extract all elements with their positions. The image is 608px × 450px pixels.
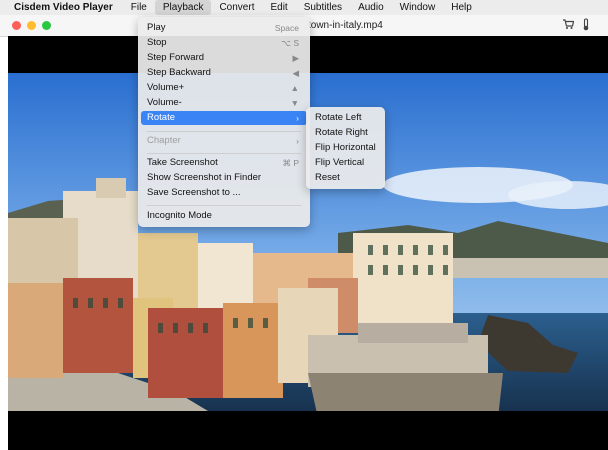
- menu-item-show-screenshot-in-finder[interactable]: Show Screenshot in Finder: [141, 171, 307, 185]
- menu-subtitles[interactable]: Subtitles: [296, 0, 350, 15]
- menu-item-play[interactable]: Play Space: [141, 21, 307, 35]
- menu-item-volume-down[interactable]: Volume- ▼: [141, 96, 307, 110]
- app-name-menu[interactable]: Cisdem Video Player: [0, 2, 123, 13]
- chevron-right-icon: ›: [296, 136, 299, 146]
- arrow-down-icon: ▼: [290, 98, 299, 108]
- submenu-item-flip-vertical[interactable]: Flip Vertical: [309, 156, 382, 170]
- arrow-up-icon: ▲: [290, 83, 299, 93]
- playback-menu: Play Space Stop ⌥ S Step Forward ▶ Step …: [138, 17, 310, 227]
- play-left-icon: ◀: [292, 68, 299, 78]
- submenu-item-reset[interactable]: Reset: [309, 171, 382, 185]
- menu-item-incognito-mode[interactable]: Incognito Mode: [141, 209, 307, 223]
- menu-window[interactable]: Window: [392, 0, 444, 15]
- menu-audio[interactable]: Audio: [350, 0, 392, 15]
- menu-item-rotate[interactable]: Rotate ›: [141, 111, 307, 125]
- menu-item-save-screenshot-to[interactable]: Save Screenshot to ...: [141, 186, 307, 200]
- menu-convert[interactable]: Convert: [211, 0, 262, 15]
- submenu-item-rotate-right[interactable]: Rotate Right: [309, 126, 382, 140]
- menu-file[interactable]: File: [123, 0, 155, 15]
- menu-item-volume-up[interactable]: Volume+ ▲: [141, 81, 307, 95]
- menu-separator: [147, 153, 301, 154]
- menu-item-step-forward[interactable]: Step Forward ▶: [141, 51, 307, 65]
- rotate-submenu: Rotate Left Rotate Right Flip Horizontal…: [306, 107, 385, 189]
- menu-item-take-screenshot[interactable]: Take Screenshot ⌘ P: [141, 156, 307, 170]
- zoom-button[interactable]: [42, 21, 51, 30]
- menu-separator: [147, 131, 301, 132]
- menu-help[interactable]: Help: [443, 0, 480, 15]
- cart-icon[interactable]: [562, 18, 575, 33]
- chevron-right-icon: ›: [296, 113, 299, 123]
- thermometer-icon[interactable]: [581, 18, 591, 34]
- menu-playback[interactable]: Playback: [154, 0, 212, 15]
- window-title: town-in-italy.mp4: [308, 20, 383, 31]
- menu-edit[interactable]: Edit: [262, 0, 295, 15]
- menu-item-chapter: Chapter ›: [147, 135, 299, 146]
- menu-bar: Cisdem Video Player File Playback Conver…: [0, 0, 608, 15]
- play-right-icon: ▶: [292, 53, 299, 63]
- close-button[interactable]: [12, 21, 21, 30]
- minimize-button[interactable]: [27, 21, 36, 30]
- menu-separator: [147, 205, 301, 206]
- submenu-item-rotate-left[interactable]: Rotate Left: [309, 111, 382, 125]
- menu-item-stop[interactable]: Stop ⌥ S: [141, 36, 307, 50]
- submenu-item-flip-horizontal[interactable]: Flip Horizontal: [309, 141, 382, 155]
- menu-item-step-backward[interactable]: Step Backward ◀: [141, 66, 307, 80]
